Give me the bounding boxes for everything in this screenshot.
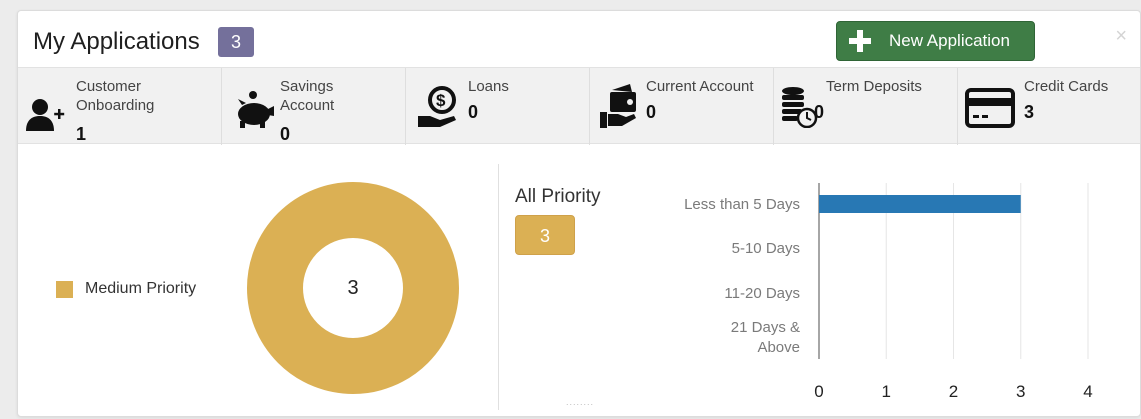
- my-applications-card: My Applications 3 New Application × Cust…: [17, 10, 1141, 417]
- priority-count-badge[interactable]: 3: [515, 215, 575, 255]
- priority-title: All Priority: [515, 186, 601, 207]
- x-tick-label: 3: [1016, 382, 1025, 401]
- y-tick-label: Less than 5 Days: [684, 196, 800, 213]
- charts-canvas: 0 1 2 3 4 Less than 5 Days 5-10 Days 11-20 Days…: [247, 182, 1093, 401]
- x-tick-label: 2: [949, 382, 958, 401]
- section-divider: [498, 164, 499, 410]
- y-tick-label: 11-20 Days: [724, 285, 800, 302]
- pager-dots: ........: [566, 397, 595, 407]
- y-tick-label: Above: [757, 339, 800, 356]
- y-tick-label: 21 Days &: [731, 319, 800, 336]
- x-tick-label: 4: [1083, 382, 1092, 401]
- bar-0[interactable]: [819, 195, 1021, 213]
- y-tick-label: 5-10 Days: [732, 240, 800, 257]
- age-bar-chart: 0 1 2 3 4 Less than 5 Days 5-10 Days 11-20 Days…: [684, 183, 1093, 401]
- donut-center-value: 3: [347, 277, 359, 299]
- x-tick-label: 0: [814, 382, 823, 401]
- x-tick-label: 1: [882, 382, 891, 401]
